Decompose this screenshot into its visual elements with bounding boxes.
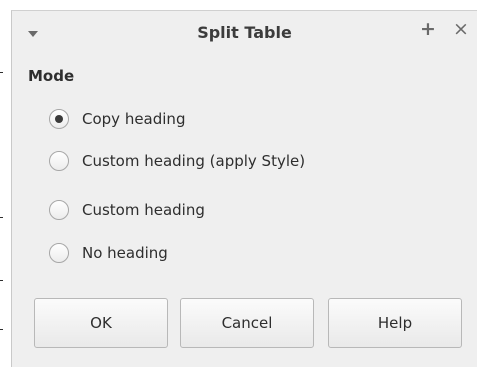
mode-section-label: Mode (28, 67, 75, 85)
radio-option-copy-heading[interactable]: Copy heading (49, 107, 185, 131)
title-bar: Split Table + × (12, 11, 477, 55)
close-icon[interactable]: × (453, 20, 469, 39)
edge-mark (0, 280, 3, 281)
edge-mark (0, 329, 3, 330)
radio-label: Copy heading (82, 110, 186, 128)
edge-mark (0, 217, 3, 218)
radio-button[interactable] (49, 243, 69, 263)
ok-button[interactable]: OK (34, 298, 168, 348)
edge-mark (0, 72, 3, 73)
radio-label: Custom heading (apply Style) (82, 152, 306, 170)
dialog-title: Split Table (197, 23, 292, 42)
radio-button[interactable] (49, 200, 69, 220)
split-table-dialog: Split Table + × Mode Copy heading Custom… (11, 10, 477, 367)
radio-option-custom-heading-apply-style[interactable]: Custom heading (apply Style) (49, 149, 305, 173)
help-button[interactable]: Help (328, 298, 462, 348)
radio-label: Custom heading (82, 201, 205, 219)
radio-button-checked[interactable] (49, 109, 69, 129)
cancel-button[interactable]: Cancel (180, 298, 314, 348)
radio-option-custom-heading[interactable]: Custom heading (49, 198, 205, 222)
radio-button[interactable] (49, 151, 69, 171)
plus-icon[interactable]: + (420, 20, 436, 39)
radio-label: No heading (82, 244, 168, 262)
radio-option-no-heading[interactable]: No heading (49, 241, 168, 265)
